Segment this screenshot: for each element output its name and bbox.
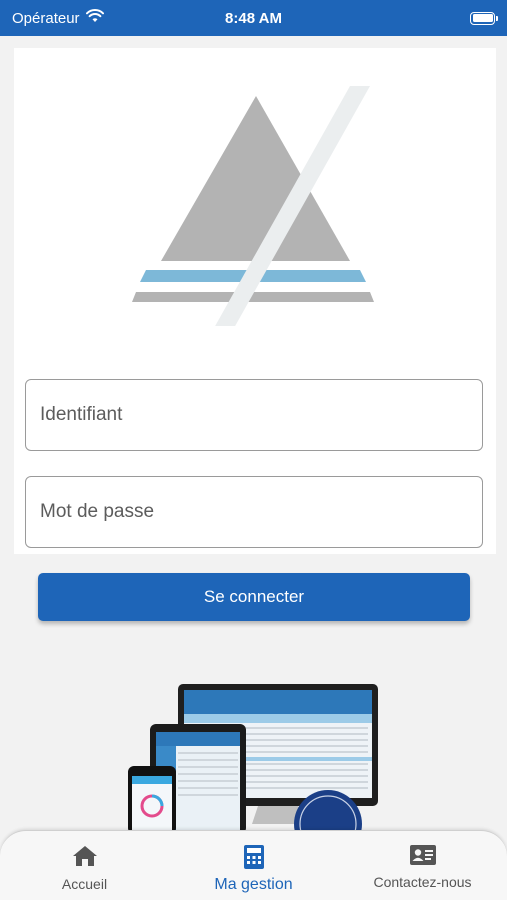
status-left: Opérateur <box>12 9 104 27</box>
tab-ma-gestion[interactable]: Ma gestion <box>169 831 338 900</box>
tab-accueil[interactable]: Accueil <box>0 831 169 900</box>
devices-illustration <box>128 684 384 858</box>
calculator-icon <box>243 845 264 874</box>
login-screen: Opérateur 8:48 AM Identifiant Se connect… <box>0 0 507 900</box>
login-card <box>14 48 496 554</box>
tab-contactez-nous[interactable]: Contactez-nous <box>338 831 507 900</box>
tab-contactez-nous-label: Contactez-nous <box>373 874 472 890</box>
wifi-icon <box>85 9 104 27</box>
password-field[interactable] <box>25 476 483 548</box>
company-logo <box>132 86 392 331</box>
status-bar: Opérateur 8:48 AM <box>0 0 507 36</box>
tab-ma-gestion-label: Ma gestion <box>214 876 293 893</box>
home-icon <box>72 845 98 872</box>
password-input[interactable] <box>40 501 468 523</box>
username-field[interactable] <box>25 379 483 451</box>
contact-card-icon <box>409 845 436 870</box>
username-input[interactable] <box>40 404 468 426</box>
bottom-tab-bar: Accueil Ma gestion Contactez-nous <box>0 830 507 900</box>
login-button[interactable]: Se connecter <box>38 573 470 621</box>
battery-icon <box>470 11 498 25</box>
battery-fill <box>472 14 493 22</box>
tab-accueil-label: Accueil <box>61 876 108 892</box>
carrier-label: Opérateur <box>12 9 80 27</box>
